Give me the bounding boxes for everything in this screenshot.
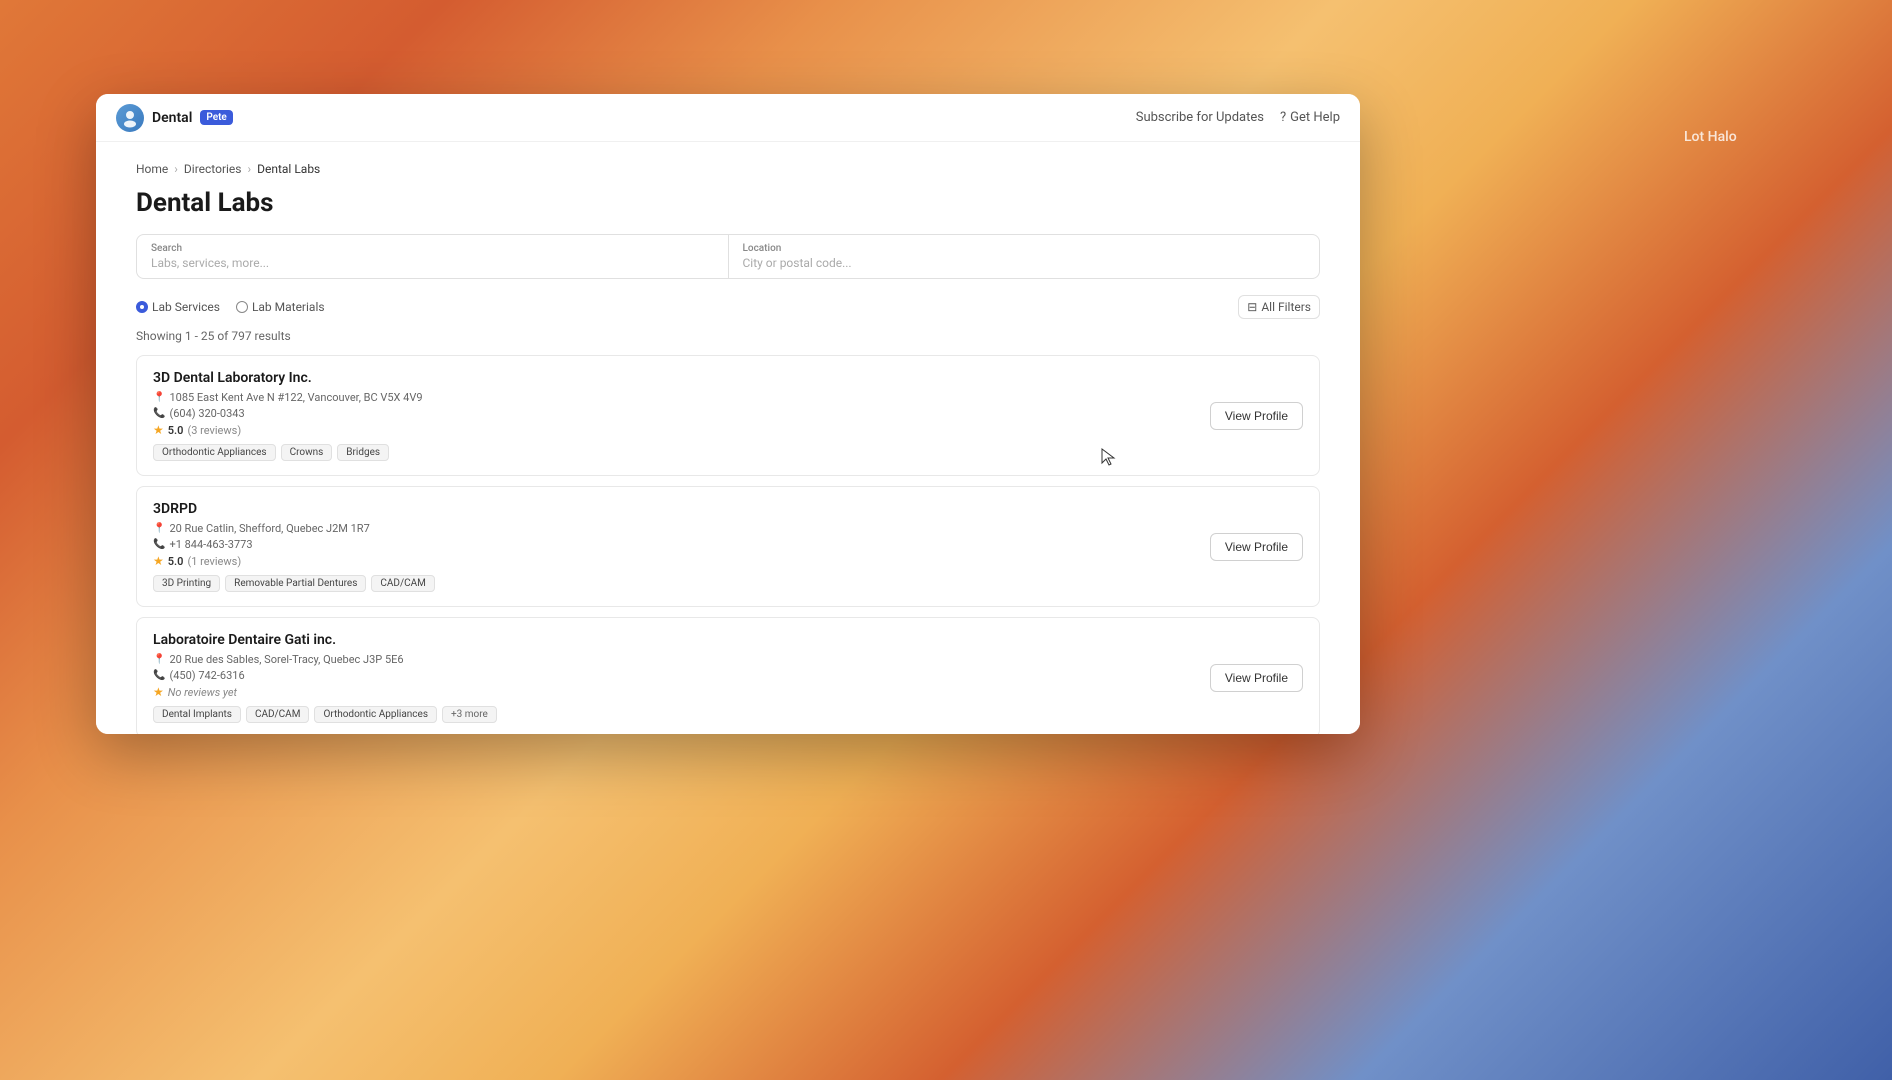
lab-rating: ★ 5.0 (3 reviews) — [153, 423, 1194, 437]
tab-lab-services-label: Lab Services — [152, 300, 220, 314]
phone-icon: 📞 — [153, 670, 165, 681]
tab-lab-services[interactable]: Lab Services — [136, 300, 220, 314]
lab-tag: Dental Implants — [153, 706, 241, 723]
lab-name: 3D Dental Laboratory Inc. — [153, 370, 1194, 386]
breadcrumb-directories[interactable]: Directories — [184, 162, 242, 176]
brand-name: Dental — [152, 110, 192, 126]
main-content: Home › Directories › Dental Labs Dental … — [96, 142, 1360, 734]
star-icon: ★ — [153, 423, 164, 437]
lab-phone-text: (604) 320-0343 — [169, 407, 244, 420]
location-icon: 📍 — [153, 654, 165, 665]
lab-name: 3DRPD — [153, 501, 1194, 517]
rating-count: (1 reviews) — [187, 555, 241, 568]
no-reviews: No reviews yet — [168, 686, 237, 699]
view-profile-button-2[interactable]: View Profile — [1210, 664, 1303, 692]
breadcrumb-current: Dental Labs — [257, 162, 320, 176]
breadcrumb: Home › Directories › Dental Labs — [136, 162, 1320, 176]
location-section[interactable]: Location City or postal code... — [729, 235, 1320, 278]
lab-tag: Orthodontic Appliances — [314, 706, 437, 723]
all-filters-label: All Filters — [1261, 300, 1311, 314]
lab-address-text: 1085 East Kent Ave N #122, Vancouver, BC… — [169, 391, 422, 404]
rating-value: 5.0 — [168, 424, 184, 437]
navbar-left: Dental Pete — [116, 104, 233, 132]
search-bar: Search Labs, services, more... Location … — [136, 234, 1320, 279]
lab-phone-text: (450) 742-6316 — [169, 669, 244, 682]
lab-info: Laboratoire Dentaire Gati inc. 📍 20 Rue … — [153, 632, 1194, 723]
lab-card-1: 3DRPD 📍 20 Rue Catlin, Shefford, Quebec … — [136, 486, 1320, 607]
filter-tabs: Lab Services Lab Materials — [136, 300, 325, 314]
help-icon: ? — [1280, 110, 1286, 125]
lab-phone-text: +1 844-463-3773 — [169, 538, 252, 551]
lab-tag: Removable Partial Dentures — [225, 575, 366, 592]
rating-value: 5.0 — [168, 555, 184, 568]
view-profile-button-0[interactable]: View Profile — [1210, 402, 1303, 430]
lab-tags: Dental Implants CAD/CAM Orthodontic Applia… — [153, 706, 1194, 723]
lot-halo-label: Lot Halo — [1684, 129, 1737, 145]
lab-tag: Bridges — [337, 444, 389, 461]
breadcrumb-home[interactable]: Home — [136, 162, 168, 176]
lab-phone: 📞 +1 844-463-3773 — [153, 538, 1194, 551]
all-filters-button[interactable]: ⊟ All Filters — [1238, 295, 1320, 319]
lab-cards-container: 3D Dental Laboratory Inc. 📍 1085 East Ke… — [136, 355, 1320, 734]
lab-card-2: Laboratoire Dentaire Gati inc. 📍 20 Rue … — [136, 617, 1320, 734]
lab-tag: Crowns — [281, 444, 333, 461]
lab-tag: CAD/CAM — [371, 575, 434, 592]
breadcrumb-sep-2: › — [248, 162, 252, 176]
lab-tag: CAD/CAM — [246, 706, 309, 723]
lab-phone: 📞 (450) 742-6316 — [153, 669, 1194, 682]
lab-address: 📍 20 Rue Catlin, Shefford, Quebec J2M 1R… — [153, 522, 1194, 535]
lab-tags: 3D Printing Removable Partial Dentures CAD… — [153, 575, 1194, 592]
filter-row: Lab Services Lab Materials ⊟ All Filters — [136, 295, 1320, 319]
lab-tag-more: +3 more — [442, 706, 497, 723]
page-title: Dental Labs — [136, 188, 1320, 218]
results-count: Showing 1 - 25 of 797 results — [136, 329, 1320, 343]
lab-address-text: 20 Rue Catlin, Shefford, Quebec J2M 1R7 — [169, 522, 369, 535]
tab-lab-services-dot — [136, 301, 148, 313]
search-input[interactable]: Labs, services, more... — [151, 256, 714, 270]
filter-icon: ⊟ — [1247, 300, 1257, 314]
rating-count: (3 reviews) — [187, 424, 241, 437]
lab-phone: 📞 (604) 320-0343 — [153, 407, 1194, 420]
tab-lab-materials-label: Lab Materials — [252, 300, 325, 314]
phone-icon: 📞 — [153, 408, 165, 419]
brand-badge: Pete — [200, 110, 232, 125]
lab-card-0: 3D Dental Laboratory Inc. 📍 1085 East Ke… — [136, 355, 1320, 476]
search-section[interactable]: Search Labs, services, more... — [137, 235, 729, 278]
help-link[interactable]: ? Get Help — [1280, 110, 1340, 125]
lab-address: 📍 20 Rue des Sables, Sorel-Tracy, Quebec… — [153, 653, 1194, 666]
lab-tag: Orthodontic Appliances — [153, 444, 276, 461]
lab-info: 3D Dental Laboratory Inc. 📍 1085 East Ke… — [153, 370, 1194, 461]
star-icon: ★ — [153, 685, 164, 699]
tab-lab-materials-dot — [236, 301, 248, 313]
app-window: Dental Pete Subscribe for Updates ? Get … — [96, 94, 1360, 734]
lab-address: 📍 1085 East Kent Ave N #122, Vancouver, … — [153, 391, 1194, 404]
subscribe-link[interactable]: Subscribe for Updates — [1136, 110, 1264, 125]
lab-tag: 3D Printing — [153, 575, 220, 592]
location-icon: 📍 — [153, 523, 165, 534]
location-label: Location — [743, 243, 1306, 254]
location-icon: 📍 — [153, 392, 165, 403]
lab-rating: ★ 5.0 (1 reviews) — [153, 554, 1194, 568]
lab-rating: ★ No reviews yet — [153, 685, 1194, 699]
lab-name: Laboratoire Dentaire Gati inc. — [153, 632, 1194, 648]
tab-lab-materials[interactable]: Lab Materials — [236, 300, 325, 314]
location-input[interactable]: City or postal code... — [743, 256, 1306, 270]
lab-info: 3DRPD 📍 20 Rue Catlin, Shefford, Quebec … — [153, 501, 1194, 592]
avatar — [116, 104, 144, 132]
breadcrumb-sep-1: › — [174, 162, 178, 176]
phone-icon: 📞 — [153, 539, 165, 550]
navbar: Dental Pete Subscribe for Updates ? Get … — [96, 94, 1360, 142]
lab-tags: Orthodontic Appliances CrownsBridges — [153, 444, 1194, 461]
star-icon: ★ — [153, 554, 164, 568]
view-profile-button-1[interactable]: View Profile — [1210, 533, 1303, 561]
lab-address-text: 20 Rue des Sables, Sorel-Tracy, Quebec J… — [169, 653, 403, 666]
navbar-right: Subscribe for Updates ? Get Help — [1136, 110, 1340, 125]
search-label: Search — [151, 243, 714, 254]
